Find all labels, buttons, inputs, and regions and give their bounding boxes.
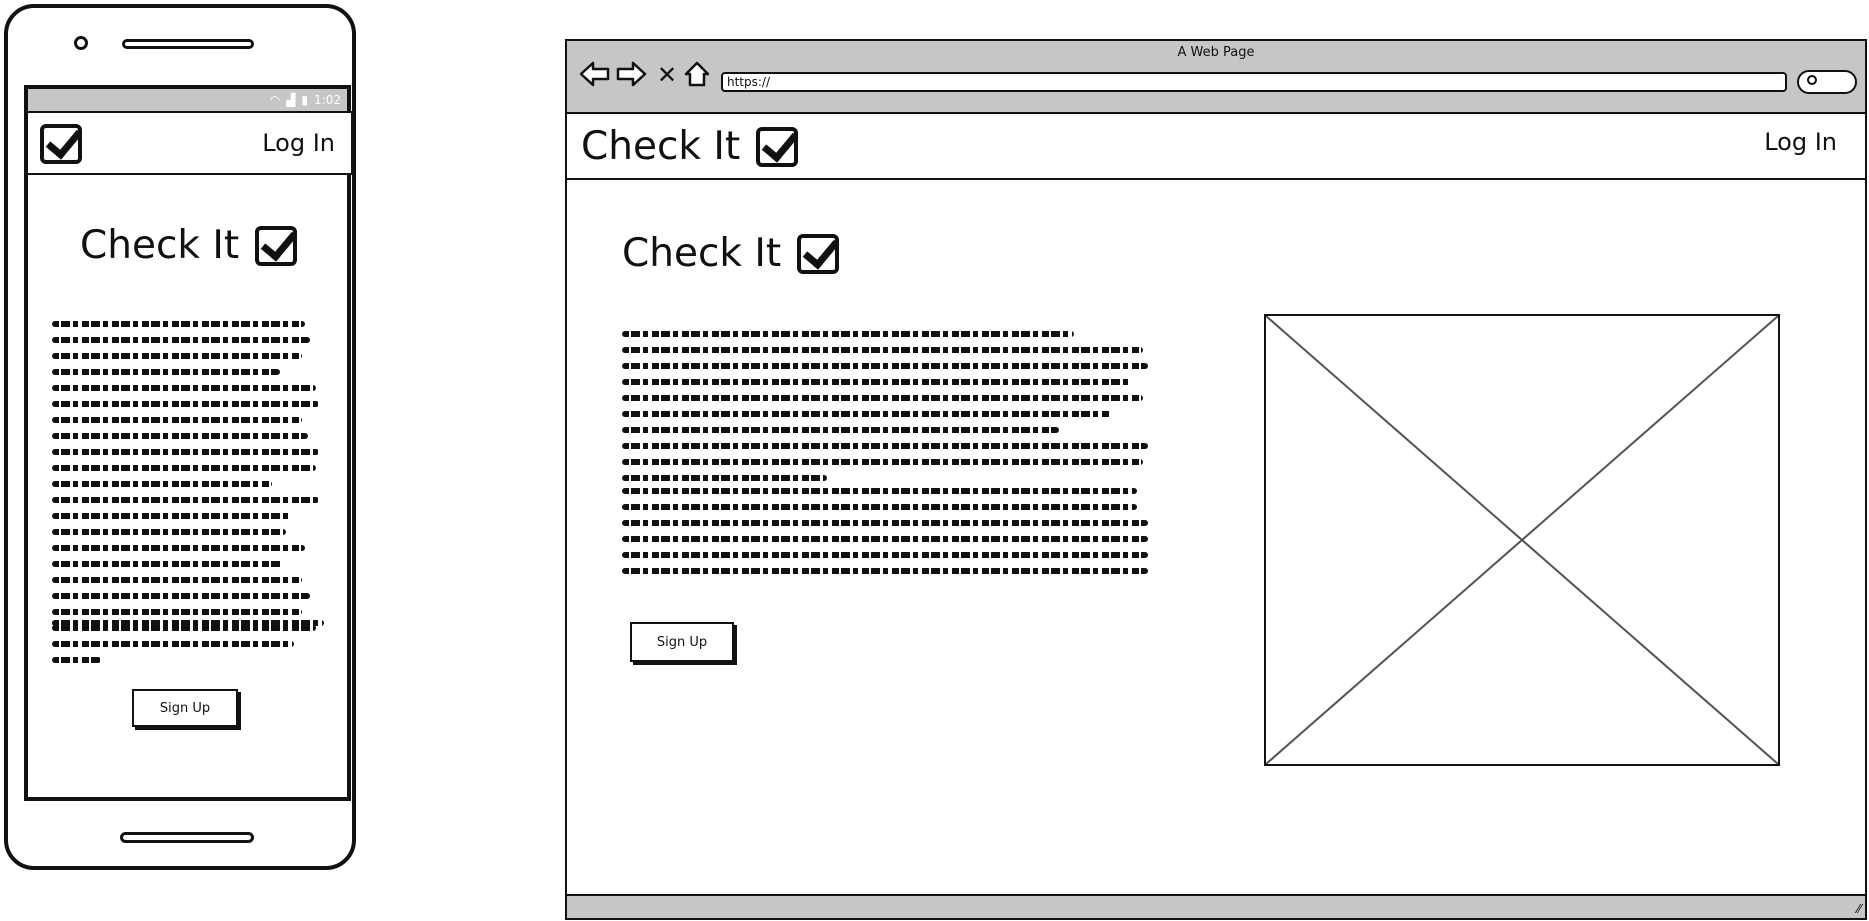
image-placeholder — [1264, 314, 1780, 766]
placeholder-text-line — [622, 520, 1148, 526]
placeholder-text-line — [52, 561, 284, 567]
placeholder-text-line — [52, 449, 319, 455]
web-signup-label: Sign Up — [656, 634, 708, 650]
phone-screen: ◠ ▟ ▮ 1:02 Log In Check It Sign Up — [24, 85, 353, 801]
browser-window: A Web Page ✕ https:// Check It Log In Ch… — [565, 39, 1867, 920]
web-hero-title-text: Check It — [622, 231, 782, 276]
browser-status-bar: ⁄⁄ — [567, 894, 1865, 918]
phone-paragraph-2 — [52, 620, 324, 636]
placeholder-text-line — [622, 379, 1133, 385]
placeholder-text-line — [622, 411, 1112, 417]
web-header: Check It Log In — [567, 114, 1865, 180]
placeholder-text-line — [52, 401, 319, 407]
placeholder-text-line — [52, 433, 308, 439]
placeholder-text-line — [622, 395, 1143, 401]
placeholder-text-line — [52, 609, 303, 615]
placeholder-text-line — [52, 385, 316, 391]
placeholder-text-line — [52, 369, 281, 375]
placeholder-text-line — [622, 331, 1075, 337]
browser-title: A Web Page — [1177, 45, 1255, 60]
placeholder-text-line — [622, 347, 1143, 353]
web-login-link[interactable]: Log In — [1764, 128, 1837, 156]
phone-status-icons: ◠ ▟ ▮ 1:02 — [270, 91, 341, 109]
phone-header: Log In — [26, 111, 353, 175]
search-icon — [1807, 75, 1817, 85]
phone-status-bar: ◠ ▟ ▮ 1:02 — [28, 89, 347, 111]
status-time: 1:02 — [314, 93, 341, 107]
phone-login-link[interactable]: Log In — [262, 129, 335, 157]
placeholder-text-line — [52, 417, 303, 423]
phone-home-button[interactable] — [120, 832, 254, 843]
browser-titlebar: A Web Page ✕ https:// — [567, 41, 1865, 114]
placeholder-text-line — [52, 353, 303, 359]
forward-arrow-icon[interactable] — [615, 60, 647, 88]
web-brand-text: Check It — [581, 124, 741, 169]
placeholder-text-line — [622, 504, 1138, 510]
placeholder-text-line — [622, 443, 1148, 449]
placeholder-text-line — [52, 321, 305, 327]
resize-grip-icon[interactable]: ⁄⁄ — [1857, 902, 1861, 916]
phone-mockup: ◠ ▟ ▮ 1:02 Log In Check It Sign Up — [4, 4, 356, 870]
back-arrow-icon[interactable] — [579, 60, 611, 88]
placeholder-text-line — [52, 620, 324, 626]
home-icon[interactable] — [683, 60, 711, 88]
placeholder-text-line — [622, 427, 1059, 433]
placeholder-text-line — [622, 459, 1143, 465]
signal-icon: ▟ — [286, 93, 296, 107]
stop-icon[interactable]: ✕ — [657, 63, 677, 87]
placeholder-text-line — [52, 545, 305, 551]
checkbox-icon[interactable] — [40, 124, 82, 164]
web-paragraph-1 — [622, 331, 1148, 491]
placeholder-text-line — [52, 337, 311, 343]
placeholder-text-line — [622, 475, 828, 481]
placeholder-text-line — [52, 657, 101, 663]
placeholder-text-line — [52, 641, 295, 647]
url-text: https:// — [727, 75, 771, 89]
placeholder-text-line — [52, 481, 273, 487]
phone-hero-title-text: Check It — [80, 223, 240, 268]
placeholder-text-line — [52, 593, 311, 599]
phone-camera-icon — [74, 36, 88, 50]
placeholder-text-line — [622, 536, 1148, 542]
checkbox-icon — [797, 233, 840, 274]
placeholder-text-line — [52, 465, 316, 471]
placeholder-text-line — [52, 577, 303, 583]
web-paragraph-2 — [622, 488, 1148, 584]
placeholder-text-line — [622, 488, 1138, 494]
web-brand[interactable]: Check It — [581, 124, 799, 169]
placeholder-text-line — [52, 513, 292, 519]
phone-hero-title: Check It — [80, 223, 298, 268]
checkbox-icon — [255, 225, 298, 266]
placeholder-text-line — [622, 568, 1148, 574]
placeholder-text-line — [622, 363, 1148, 369]
web-signup-button[interactable]: Sign Up — [630, 622, 734, 662]
placeholder-text-line — [622, 552, 1148, 558]
web-hero-title: Check It — [622, 231, 840, 276]
battery-icon: ▮ — [301, 93, 309, 107]
search-box[interactable] — [1797, 70, 1857, 94]
wifi-icon: ◠ — [269, 93, 281, 107]
phone-speaker-icon — [122, 39, 254, 49]
url-bar[interactable]: https:// — [721, 72, 1787, 92]
placeholder-text-line — [52, 529, 286, 535]
placeholder-text-line — [52, 497, 319, 503]
checkbox-icon — [756, 126, 799, 167]
phone-signup-button[interactable]: Sign Up — [132, 689, 238, 727]
phone-signup-label: Sign Up — [159, 700, 211, 716]
